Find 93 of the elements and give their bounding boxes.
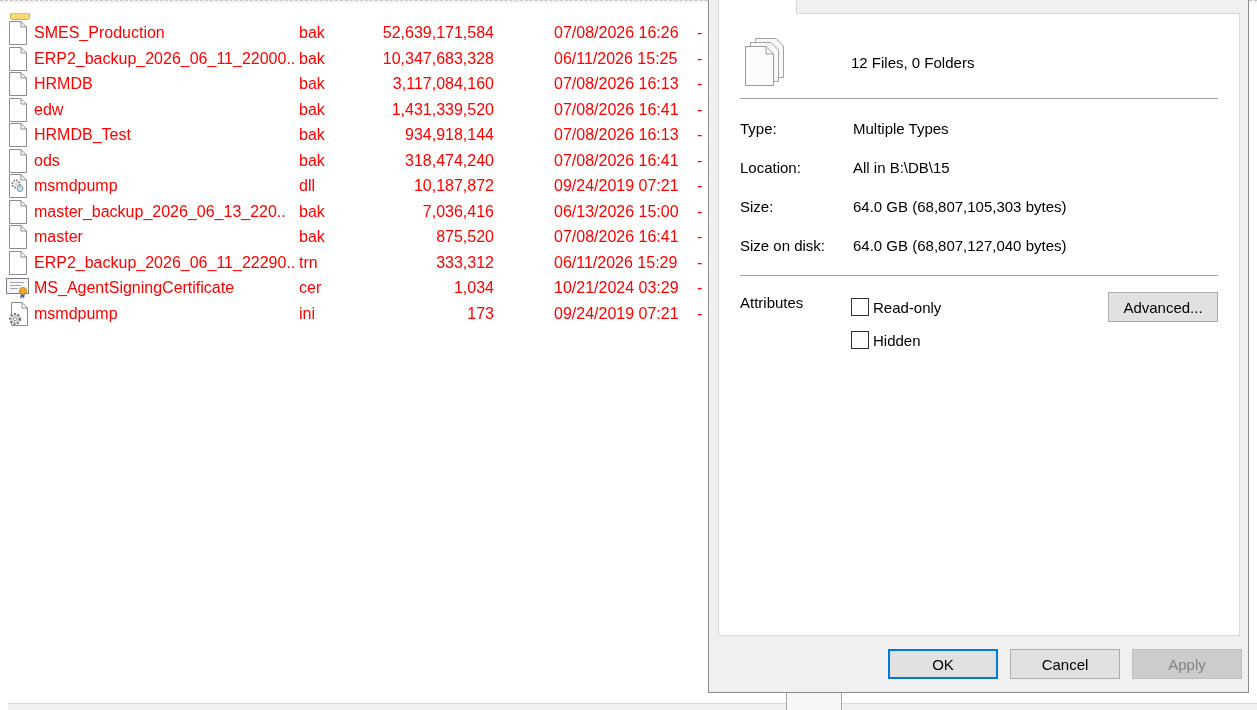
modified-date: 09/24/2019 07:21 [554,304,679,323]
file-type: trn [299,253,318,272]
modified-date: 06/11/2026 15:25 [554,49,678,68]
attributes-label: Attributes [740,294,804,311]
selected-tab[interactable] [718,0,797,14]
property-label: Size on disk: [740,236,826,254]
file-size: 1,431,339,520 [391,100,494,119]
file-type: bak [299,75,325,94]
property-value: All in B:\DB\15 [853,158,950,176]
dialog-button[interactable]: OK [888,649,998,679]
file-name[interactable]: ERP2_backup_2026_06_11_22290.. [34,253,296,272]
file-name[interactable]: ods [34,151,60,170]
file-attributes: - [697,151,703,170]
file-attributes: - [697,126,703,145]
file-size: 318,474,240 [405,151,494,170]
file-attributes: - [697,49,703,68]
modified-date: 07/08/2026 16:41 [554,100,679,119]
file-type: bak [299,100,325,119]
file-size: 1,034 [453,279,494,298]
modified-date: 06/13/2026 15:00 [554,202,679,221]
file-name[interactable]: master [34,228,83,247]
checkbox-label[interactable]: Hidden [873,331,921,349]
file-icon [9,97,27,122]
file-name[interactable]: edw [34,100,64,119]
file-icon [9,199,27,224]
file-size: 10,347,683,328 [382,49,494,68]
property-label: Type: [740,119,777,137]
file-type: bak [299,126,325,145]
file-type: bak [299,49,325,68]
file-icon [9,123,27,148]
modified-date: 07/08/2026 16:26 [554,24,679,43]
file-type: ini [299,304,315,323]
file-attributes: - [697,75,703,94]
file-name[interactable]: msmdpump [34,304,118,323]
file-name[interactable]: msmdpump [34,177,118,196]
advanced-button[interactable]: Advanced... [1108,292,1218,322]
file-attributes: - [697,24,703,43]
file-attributes: - [697,253,703,272]
file-type: bak [299,151,325,170]
file-type: bak [299,24,325,43]
file-icon [9,72,27,97]
file-name[interactable]: HRMDB_Test [34,126,131,145]
property-label: Location: [740,158,801,176]
file-icon [9,21,27,46]
file-icon [9,148,27,173]
modified-date: 07/08/2026 16:41 [554,228,679,247]
file-type: bak [299,202,325,221]
certificate-icon [6,277,30,300]
file-gear-icon [8,301,28,326]
modified-date: 09/24/2019 07:21 [554,177,679,196]
file-attributes: - [697,304,703,323]
file-type: dll [299,177,315,196]
file-icon [9,46,27,71]
file-size: 875,520 [436,228,494,247]
file-icon [9,250,27,275]
scrollbar-thumb[interactable] [786,693,842,710]
file-size: 3,117,084,160 [392,75,494,94]
property-value: 64.0 GB (68,807,127,040 bytes) [853,236,1067,254]
file-name[interactable]: master_backup_2026_06_13_220.. [34,202,286,221]
file-attributes: - [697,100,703,119]
multiple-files-icon [745,38,784,86]
dialog-button[interactable]: Cancel [1010,649,1120,679]
file-size: 934,918,144 [405,126,494,145]
modified-date: 06/11/2026 15:29 [554,253,678,272]
modified-date: 10/21/2024 03:29 [554,279,679,298]
file-name[interactable]: MS_AgentSigningCertificate [34,279,235,298]
selection-summary: 12 Files, 0 Folders [851,53,975,71]
file-attributes: - [697,177,703,196]
file-attributes: - [697,228,703,247]
checkbox[interactable] [851,331,869,349]
file-attributes: - [697,279,703,298]
checkbox-label[interactable]: Read-only [873,298,942,316]
file-size: 7,036,416 [422,202,494,221]
modified-date: 07/08/2026 16:41 [554,151,679,170]
property-value: 64.0 GB (68,807,105,303 bytes) [853,197,1067,215]
file-type: bak [299,228,325,247]
file-name[interactable]: SMES_Production [34,24,165,43]
file-gear-icon [9,174,27,199]
file-size: 173 [467,304,494,323]
file-attributes: - [697,202,703,221]
file-size: 52,639,171,584 [382,24,494,43]
file-size: 10,187,872 [413,177,494,196]
modified-date: 07/08/2026 16:13 [554,75,679,94]
file-name[interactable]: ERP2_backup_2026_06_11_22000.. [34,49,296,68]
file-icon [9,225,27,250]
folder-icon [10,13,30,20]
file-name[interactable]: HRMDB [34,75,93,94]
modified-date: 07/08/2026 16:13 [554,126,679,145]
file-type: cer [299,279,322,298]
file-size: 333,312 [436,253,494,272]
property-value: Multiple Types [853,119,949,137]
property-label: Size: [740,197,774,215]
checkbox[interactable] [851,298,869,316]
